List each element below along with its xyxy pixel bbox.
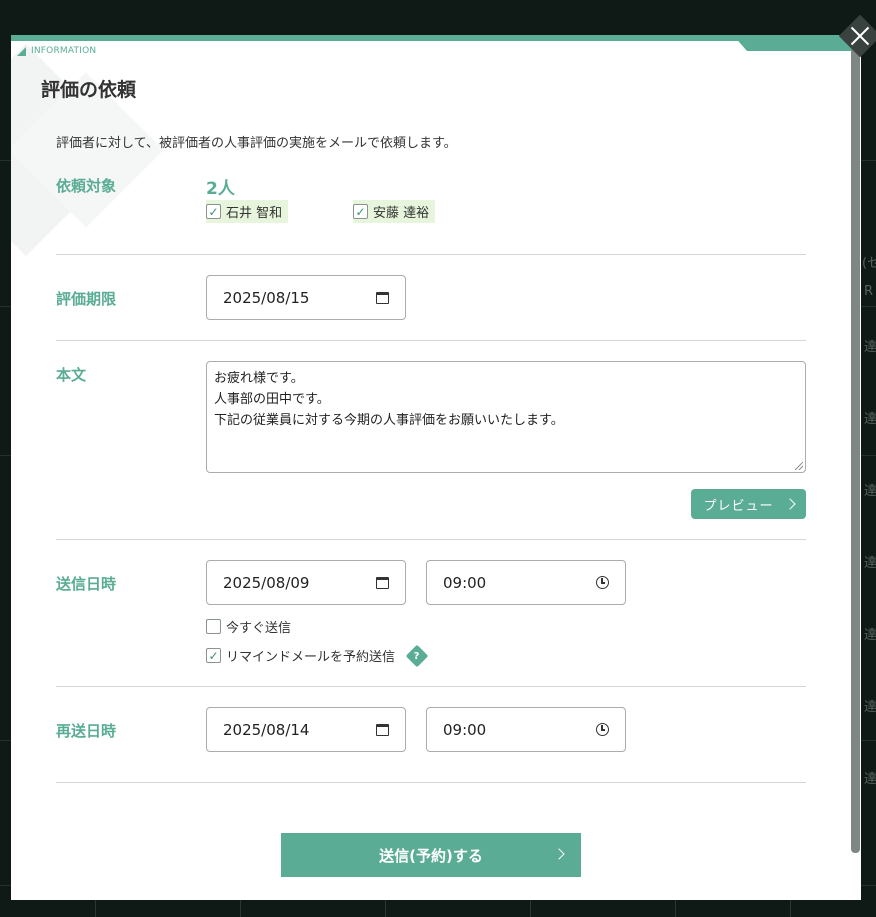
modal-description: 評価者に対して、被評価者の人事評価の実施をメールで依頼します。 <box>56 136 457 151</box>
request-evaluation-modal: INFORMATION 評価の依頼 評価者に対して、被評価者の人事評価の実施をメ… <box>11 35 861 900</box>
chevron-right-icon <box>553 848 565 860</box>
information-text: INFORMATION <box>31 46 97 56</box>
target-count: 2人 <box>206 179 235 199</box>
person-checkbox-ishii[interactable]: ✓ 石井 智和 <box>206 200 289 223</box>
send-date-input[interactable]: 2025/08/09 <box>206 560 406 605</box>
body-line: 人事部の田中です。 <box>214 392 330 407</box>
bg-cell-text: 達 <box>864 484 876 499</box>
send-now-label: 今すぐ送信 <box>226 621 292 636</box>
calendar-icon[interactable] <box>376 291 389 304</box>
body-textarea[interactable]: お疲れ様です。 人事部の田中です。 下記の従業員に対する今期の人事評価をお願いい… <box>206 361 806 473</box>
preview-button[interactable]: プレビュー <box>691 489 806 519</box>
bg-cell-text: 達 <box>864 628 876 643</box>
calendar-icon[interactable] <box>376 576 389 589</box>
help-icon[interactable]: ? <box>405 644 429 667</box>
person-checkbox-ando[interactable]: ✓ 安藤 達裕 <box>353 200 436 223</box>
deadline-date-input[interactable]: 2025/08/15 <box>206 275 406 320</box>
send-now-checkbox[interactable]: 今すぐ送信 <box>206 617 291 636</box>
time-value: 09:00 <box>443 720 487 739</box>
bg-cell-text: 達 <box>864 556 876 571</box>
resend-time-input[interactable]: 09:00 <box>426 707 626 752</box>
modal-scrollbar[interactable] <box>851 40 860 853</box>
resend-datetime-label: 再送日時 <box>56 722 117 740</box>
person-name: 安藤 達裕 <box>373 206 430 221</box>
bg-cell-text: (セ <box>862 256 876 271</box>
bg-cell-text: R <box>864 284 874 299</box>
send-datetime-label: 送信日時 <box>56 575 117 593</box>
section-divider <box>56 686 806 687</box>
information-label: INFORMATION <box>17 46 96 56</box>
section-divider <box>56 254 806 255</box>
checkbox-checked-icon[interactable]: ✓ <box>206 648 221 663</box>
checkbox-checked-icon[interactable]: ✓ <box>353 204 368 219</box>
checkbox-unchecked-icon[interactable] <box>206 619 221 634</box>
time-value: 09:00 <box>443 573 487 592</box>
calendar-icon[interactable] <box>376 723 389 736</box>
body-label: 本文 <box>56 366 87 384</box>
chevron-right-icon <box>783 498 796 510</box>
bg-cell-text: 達 <box>864 700 876 715</box>
section-divider <box>56 539 806 540</box>
date-value: 2025/08/15 <box>223 288 310 307</box>
section-divider <box>56 340 806 341</box>
resize-handle-icon[interactable] <box>795 462 803 470</box>
deadline-label: 評価期限 <box>56 290 117 308</box>
reminder-label: リマインドメールを予約送信 <box>226 650 396 665</box>
bg-cell-text: 達 <box>864 412 876 427</box>
corner-triangle-icon <box>17 46 26 56</box>
checkbox-checked-icon[interactable]: ✓ <box>206 204 221 219</box>
resend-date-input[interactable]: 2025/08/14 <box>206 707 406 752</box>
date-value: 2025/08/14 <box>223 720 310 739</box>
body-line: お疲れ様です。 <box>214 371 304 386</box>
reminder-checkbox[interactable]: ✓ リマインドメールを予約送信 ? <box>206 644 429 667</box>
bg-cell-text: 達 <box>864 772 876 787</box>
target-label: 依頼対象 <box>56 177 117 195</box>
close-button[interactable] <box>837 13 876 59</box>
bg-cell-text: 達 <box>864 340 876 355</box>
date-value: 2025/08/09 <box>223 573 310 592</box>
modal-title: 評価の依頼 <box>41 79 137 101</box>
preview-label: プレビュー <box>703 498 774 514</box>
clock-icon[interactable] <box>596 723 609 736</box>
submit-label: 送信(予約)する <box>379 846 483 865</box>
send-time-input[interactable]: 09:00 <box>426 560 626 605</box>
body-line: 下記の従業員に対する今期の人事評価をお願いいたします。 <box>214 413 564 428</box>
clock-icon[interactable] <box>596 576 609 589</box>
close-icon[interactable] <box>846 22 874 50</box>
modal-top-bar <box>11 35 861 41</box>
section-divider <box>56 782 806 783</box>
submit-button[interactable]: 送信(予約)する <box>281 833 581 877</box>
person-name: 石井 智和 <box>226 206 283 221</box>
